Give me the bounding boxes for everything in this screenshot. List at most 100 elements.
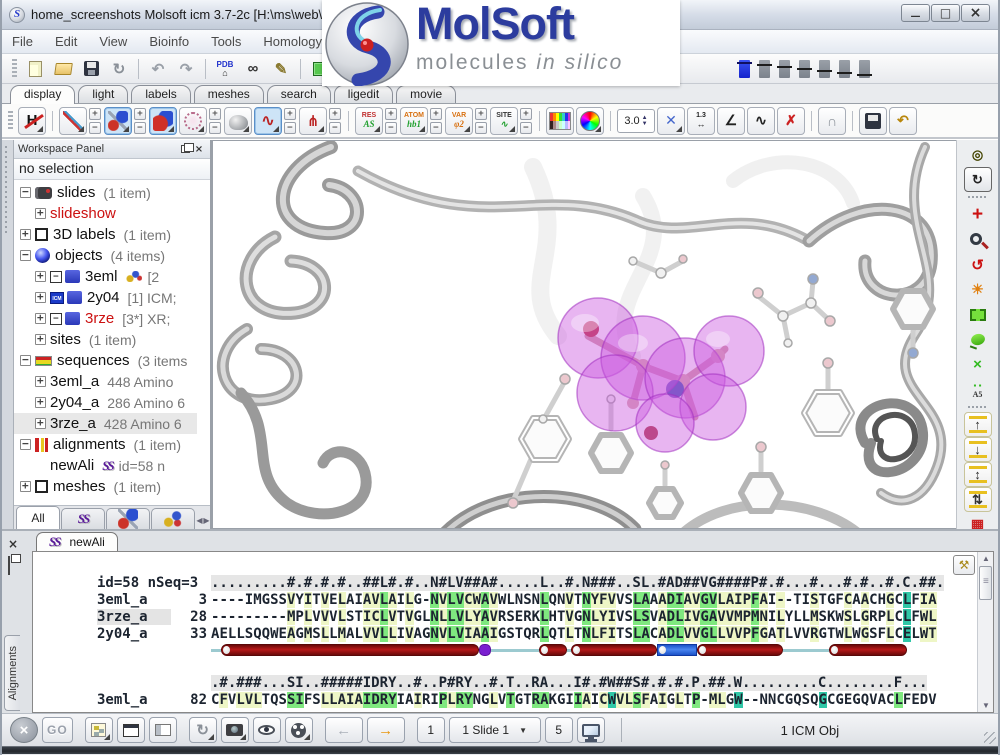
tree-item-3eml-a[interactable]: 3eml_a448 Amino: [14, 371, 197, 392]
workspace-tab-icon3[interactable]: [151, 508, 195, 529]
tab-display[interactable]: display: [10, 85, 75, 104]
alignment-tools-button[interactable]: ⚒: [953, 555, 975, 575]
menu-bioinfo[interactable]: Bioinfo: [149, 34, 189, 49]
workspace-tab-all[interactable]: All: [16, 506, 60, 529]
presentation-screen[interactable]: [577, 717, 605, 743]
expander-icon[interactable]: [20, 250, 31, 261]
expander-icon[interactable]: [35, 418, 46, 429]
variable-label-increase[interactable]: +: [475, 108, 487, 120]
center-target[interactable]: ◎: [964, 142, 992, 167]
connect-atoms[interactable]: ✕: [657, 107, 685, 135]
camera-slide[interactable]: [221, 717, 249, 743]
residue-label-increase[interactable]: +: [385, 108, 397, 120]
translate-mode[interactable]: +: [964, 202, 992, 227]
alignment-tab-newali[interactable]: SS newAli: [36, 532, 118, 551]
draw-ligand[interactable]: ✎: [268, 57, 294, 81]
color-wheel[interactable]: [576, 107, 604, 135]
workspace-close-button[interactable]: ×: [192, 143, 206, 156]
close-button[interactable]: [961, 4, 990, 22]
workspace-float-button[interactable]: [178, 143, 192, 156]
clip-double[interactable]: ⇅: [964, 487, 992, 512]
undo-edit[interactable]: ↶: [889, 107, 917, 135]
alignments-side-tab[interactable]: Alignments: [4, 635, 20, 711]
expander-icon[interactable]: [20, 355, 31, 366]
clip-slab[interactable]: ↕: [964, 462, 992, 487]
alignment-float-button[interactable]: [8, 557, 10, 575]
site-label-decrease[interactable]: −: [520, 122, 532, 134]
ribbon-representation-decrease[interactable]: −: [284, 122, 296, 134]
ballstick-representation-decrease[interactable]: −: [134, 122, 146, 134]
alignment-content[interactable]: id=58 nSeq=3.........#.#.#.#..##L#.#..N#…: [33, 552, 977, 712]
expander-icon[interactable]: [20, 229, 31, 240]
site-label-increase[interactable]: +: [520, 108, 532, 120]
dotted-representation-increase[interactable]: +: [209, 108, 221, 120]
tree-item-3eml[interactable]: −3eml[2: [14, 266, 197, 287]
clear-selection[interactable]: ×: [964, 352, 992, 377]
mesh-clip[interactable]: ▦: [964, 512, 992, 529]
tree-item-slides[interactable]: slides(1 item): [14, 182, 197, 203]
depth-slider-1[interactable]: [739, 60, 750, 78]
depth-slider-2[interactable]: [759, 60, 770, 78]
zoom-mode[interactable]: [964, 227, 992, 252]
expander-icon[interactable]: [35, 334, 46, 345]
depth-slider-3[interactable]: [779, 60, 790, 78]
sphere-radius-spinner[interactable]: 3.0▲▼: [617, 109, 655, 133]
new-document[interactable]: [22, 57, 48, 81]
menu-file[interactable]: File: [12, 34, 33, 49]
preview-eye[interactable]: [253, 717, 281, 743]
stop-slideshow[interactable]: ×: [10, 717, 38, 743]
go-button[interactable]: GO: [42, 717, 73, 743]
pdb-search[interactable]: PDB⌂: [212, 57, 238, 81]
dock-grip[interactable]: [2, 140, 14, 529]
tab-ligedit[interactable]: ligedit: [334, 85, 393, 103]
tree-item-2y04-a[interactable]: 2y04_a286 Amino 6: [14, 392, 197, 413]
ballstick-representation-increase[interactable]: +: [134, 108, 146, 120]
tree-item-alignments[interactable]: alignments(1 item): [14, 434, 197, 455]
rotate-mode[interactable]: ↻: [964, 167, 992, 192]
tabs-scroll-left[interactable]: ◀: [196, 511, 203, 529]
refresh-display[interactable]: ↻: [189, 717, 217, 743]
cpk-representation[interactable]: [149, 107, 177, 135]
redo[interactable]: ↷: [173, 57, 199, 81]
delete-measure[interactable]: ✗: [777, 107, 805, 135]
clip-front[interactable]: ↑: [964, 412, 992, 437]
alignment-sequence-row[interactable]: 3rze_a28---------MPLVVVLSTICLVTVGLNLLVLY…: [97, 608, 977, 625]
expander-icon[interactable]: [35, 313, 46, 324]
make-movie[interactable]: [285, 717, 313, 743]
tree-item-3rze-a[interactable]: 3rze_a428 Amino 6: [14, 413, 197, 434]
residue-label[interactable]: RESAS: [355, 107, 383, 135]
stick-representation[interactable]: ⋔: [299, 107, 327, 135]
alignment-sequence-row[interactable]: 3eml_a3----IMGSSVYITVELAIAVLAILG-NVLVCWA…: [97, 591, 977, 608]
resize-grip[interactable]: [984, 732, 996, 744]
dotted-representation-decrease[interactable]: −: [209, 122, 221, 134]
tree-item-meshes[interactable]: meshes(1 item): [14, 476, 197, 497]
refresh[interactable]: ↻: [106, 57, 132, 81]
depth-slider-7[interactable]: [859, 60, 870, 78]
depth-slider-5[interactable]: [819, 60, 830, 78]
tab-light[interactable]: light: [78, 85, 128, 103]
variable-label-decrease[interactable]: −: [475, 122, 487, 134]
atom-label-increase[interactable]: +: [430, 108, 442, 120]
next-slide[interactable]: →: [367, 717, 405, 743]
workspace-tab-icon2[interactable]: [106, 508, 150, 529]
expander-icon[interactable]: [35, 271, 46, 282]
atom-label-decrease[interactable]: −: [430, 122, 442, 134]
expander-icon[interactable]: [35, 208, 46, 219]
expander-icon[interactable]: [35, 376, 46, 387]
3d-viewport[interactable]: [212, 140, 956, 529]
color-palette[interactable]: [546, 107, 574, 135]
expander-icon[interactable]: [35, 292, 46, 303]
dotted-representation[interactable]: [179, 107, 207, 135]
light-settings[interactable]: ☀: [964, 277, 992, 302]
open-file[interactable]: [50, 57, 76, 81]
tree-item-3d-labels[interactable]: 3D labels(1 item): [14, 224, 197, 245]
wire-representation[interactable]: [59, 107, 87, 135]
toggle-hydrogens[interactable]: H: [18, 107, 46, 135]
select-granularity[interactable]: ▪ ▪A5: [964, 377, 992, 402]
expander-icon[interactable]: [20, 439, 31, 450]
tree-item-objects[interactable]: objects(4 items): [14, 245, 197, 266]
expander-icon[interactable]: [35, 460, 46, 471]
slide-selector[interactable]: 1 Slide 1▼: [449, 717, 541, 743]
tree-item-slideshow[interactable]: slideshow: [14, 203, 197, 224]
atom-label[interactable]: ATOMhb1: [400, 107, 428, 135]
